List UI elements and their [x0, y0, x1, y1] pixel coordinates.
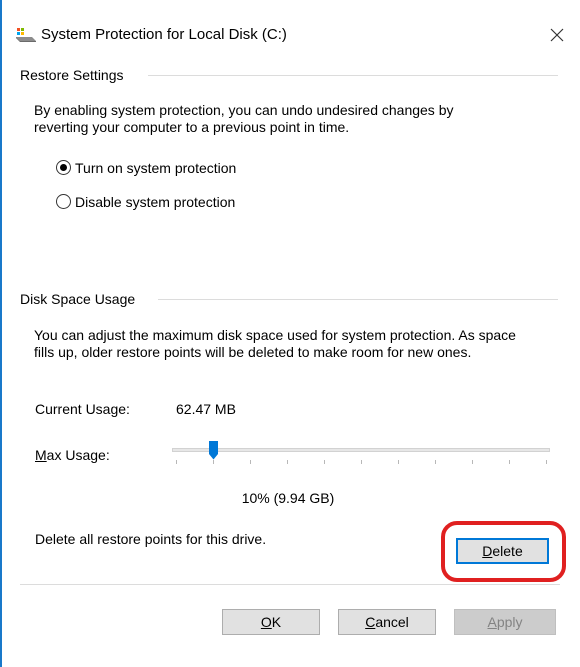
delete-label-rest: elete: [492, 543, 523, 559]
delete-button[interactable]: Delete: [456, 538, 549, 564]
apply-label-rest: pply: [496, 614, 523, 630]
ok-button[interactable]: OK: [222, 609, 320, 635]
drive-icon: [15, 27, 37, 43]
disk-space-description: You can adjust the maximum disk space us…: [34, 327, 564, 361]
window-accent-edge: [0, 0, 2, 667]
apply-button[interactable]: Apply: [454, 609, 556, 635]
disk-space-header: Disk Space Usage: [20, 291, 136, 307]
radio-button-selected[interactable]: [56, 160, 71, 175]
slider-thumb[interactable]: [208, 441, 218, 460]
slider-tick: [398, 460, 399, 464]
slider-tick: [472, 460, 473, 464]
disk-description-line-1: You can adjust the maximum disk space us…: [34, 327, 516, 343]
close-icon: [550, 28, 564, 42]
delete-description: Delete all restore points for this drive…: [35, 531, 267, 547]
current-usage-value: 62.47 MB: [176, 401, 236, 417]
apply-mnemonic: A: [487, 614, 497, 630]
max-usage-label-rest: ax Usage:: [46, 447, 110, 463]
restore-settings-header: Restore Settings: [20, 67, 124, 83]
slider-tick: [287, 460, 288, 464]
slider-tick: [176, 460, 177, 464]
window-title: System Protection for Local Disk (C:): [41, 26, 287, 43]
current-usage-label: Current Usage:: [35, 401, 130, 417]
restore-description-line-1: By enabling system protection, you can u…: [34, 102, 454, 118]
max-usage-readout: 10% (9.94 GB): [0, 489, 580, 507]
cancel-button[interactable]: Cancel: [338, 609, 436, 635]
restore-settings-divider: [148, 75, 558, 76]
restore-settings-description: By enabling system protection, you can u…: [34, 102, 564, 136]
slider-tick: [324, 460, 325, 464]
restore-description-line-2: reverting your computer to a previous po…: [34, 119, 350, 135]
title-bar: System Protection for Local Disk (C:): [2, 0, 580, 56]
close-button[interactable]: [544, 22, 570, 48]
slider-tick: [546, 460, 547, 464]
slider-tick: [250, 460, 251, 464]
radio-button-unselected[interactable]: [56, 194, 71, 209]
ok-mnemonic: O: [260, 614, 272, 630]
footer-divider: [20, 584, 560, 585]
slider-track[interactable]: [172, 448, 550, 452]
slider-tick: [361, 460, 362, 464]
slider-tick: [435, 460, 436, 464]
radio-label-disable: Disable system protection: [75, 194, 236, 210]
cancel-mnemonic: C: [365, 614, 376, 630]
disk-space-divider: [158, 299, 558, 300]
ok-label-rest: K: [271, 614, 282, 630]
radio-dot: [60, 164, 67, 171]
max-usage-mnemonic: M: [35, 447, 47, 463]
slider-tick: [509, 460, 510, 464]
max-usage-percent: 10% (9.94 GB): [241, 490, 335, 506]
disk-description-line-2: fills up, older restore points will be d…: [34, 344, 472, 360]
radio-label-turn-on: Turn on system protection: [75, 160, 237, 176]
delete-mnemonic: D: [482, 543, 493, 559]
max-usage-slider[interactable]: [172, 440, 550, 466]
cancel-label-rest: ancel: [375, 614, 409, 630]
max-usage-label: Max Usage:: [35, 446, 110, 464]
slider-tick: [213, 460, 214, 464]
